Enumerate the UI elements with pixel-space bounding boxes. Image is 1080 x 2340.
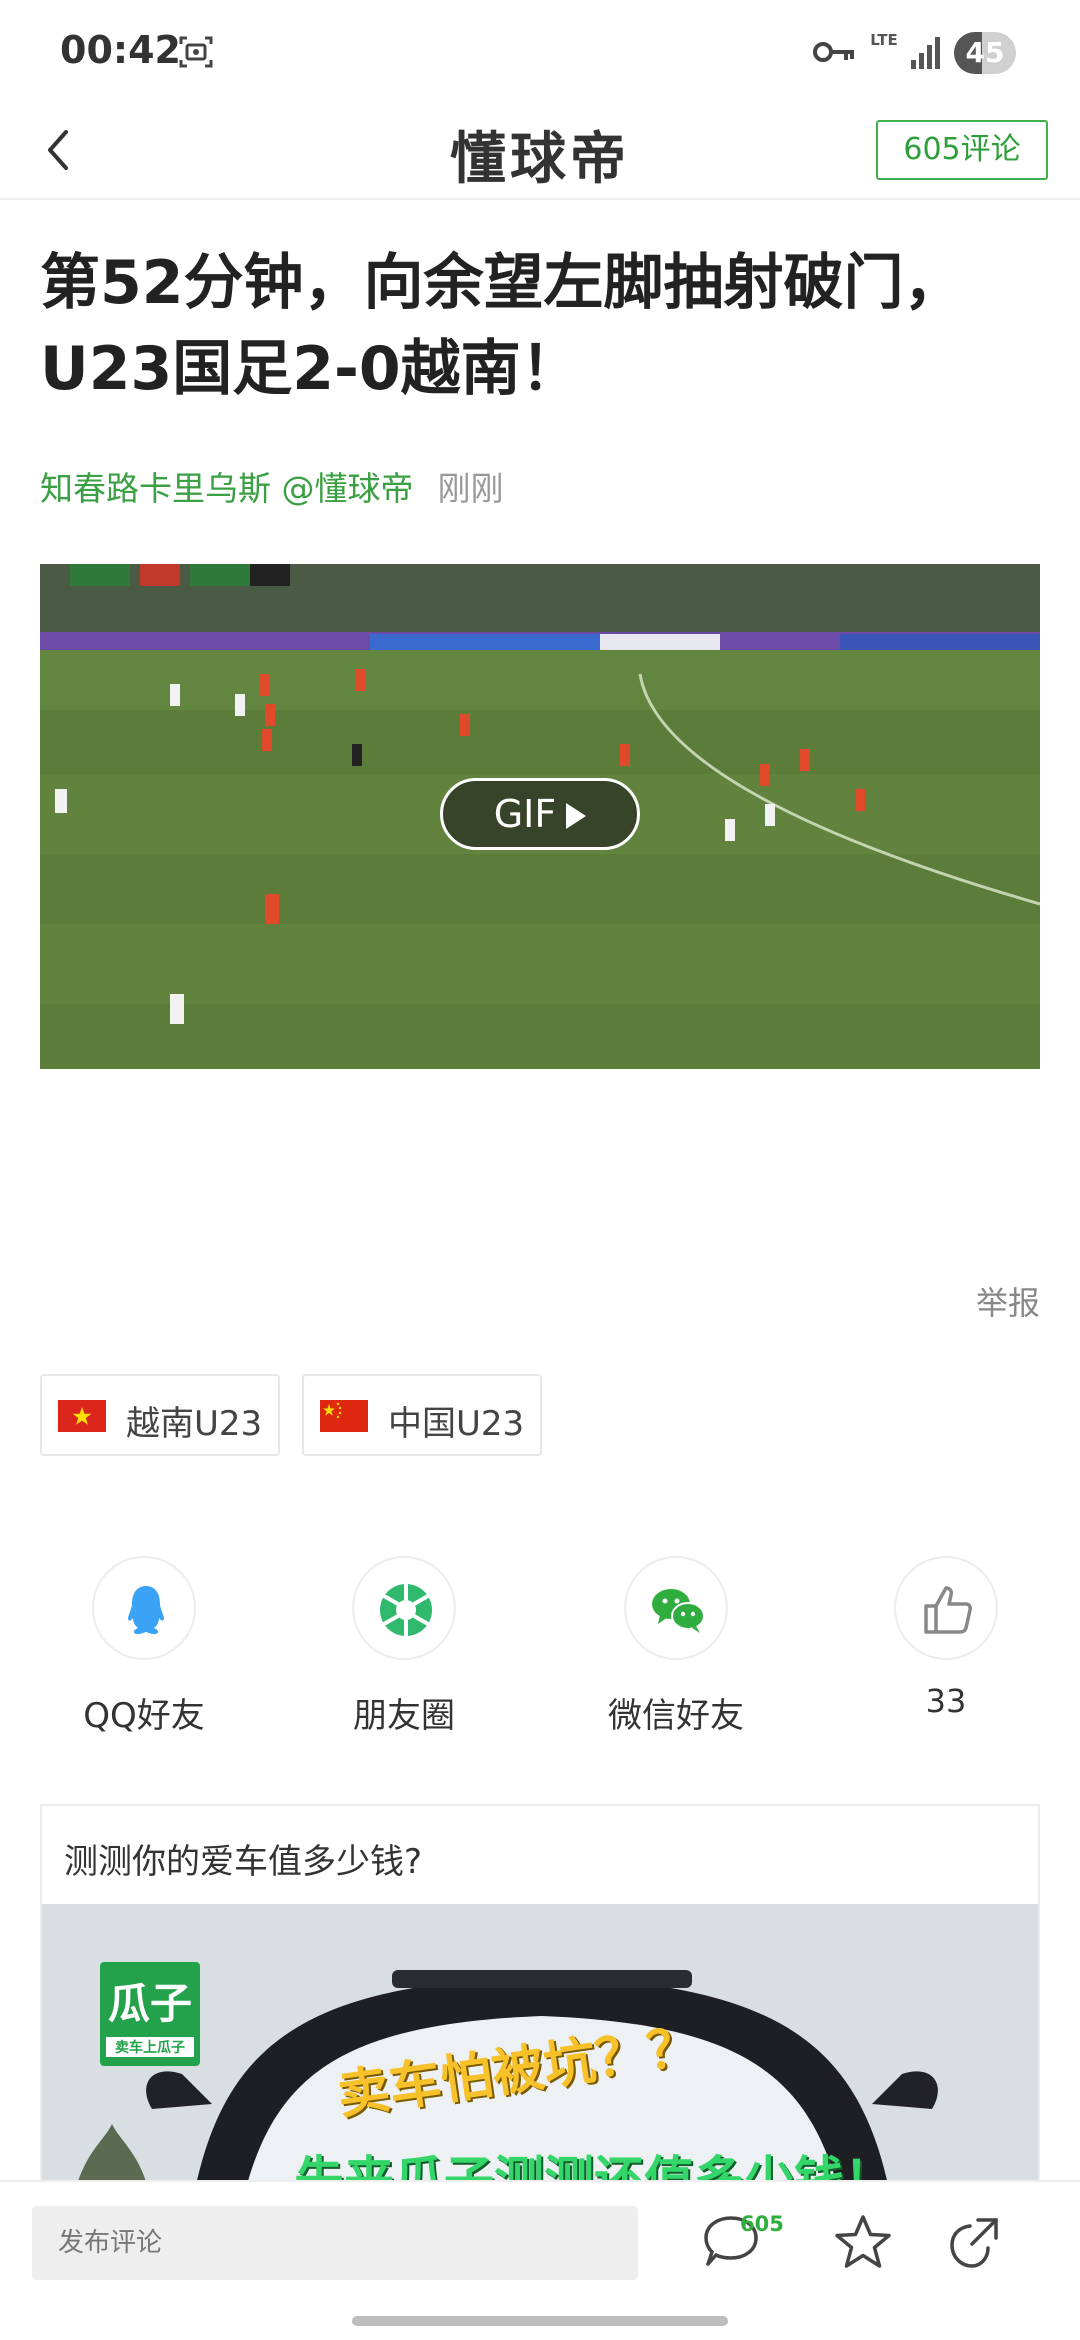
comment-input[interactable]: 发布评论 [32, 2206, 638, 2280]
top-navigation: 懂球帝 605评论 [0, 100, 1080, 200]
share-icon[interactable] [944, 2212, 1004, 2272]
moments-icon [380, 1584, 432, 1636]
tag-label: 中国U23 [388, 1404, 525, 1444]
comments-count-badge: 605 [740, 2212, 784, 2236]
guazi-logo: 瓜子 卖车上瓜子 [100, 1962, 200, 2066]
vpn-key-icon [813, 42, 854, 62]
like-button[interactable]: 33 [856, 1556, 1036, 1720]
ad-image[interactable]: 瓜子 卖车上瓜子 卖车怕被坑？？ 先来瓜子测测还值多少钱！ [42, 1904, 1038, 2204]
article-title-line-2: U23国足2-0越南！ [40, 334, 581, 404]
logo-slogan: 卖车上瓜子 [106, 2037, 194, 2057]
thumbs-up-icon [924, 1586, 972, 1634]
share-label: 微信好友 [608, 1696, 744, 1736]
ad-title: 测测你的爱车值多少钱? [64, 1842, 423, 1882]
publish-time: 刚刚 [437, 469, 504, 508]
bottom-action-bar: 发布评论 605 [0, 2180, 1080, 2340]
gif-label: GIF [493, 792, 557, 836]
author-link[interactable]: 知春路卡里乌斯 @懂球帝 [40, 469, 414, 508]
logo-text: 瓜子 [107, 1979, 192, 2028]
home-indicator[interactable] [352, 2316, 728, 2326]
qq-icon [128, 1586, 164, 1634]
battery-indicator: 45 [954, 32, 1016, 74]
gif-player[interactable]: GIF [40, 564, 1040, 1069]
vietnam-flag-icon [58, 1400, 106, 1432]
share-icon-circle [92, 1556, 196, 1660]
share-label: 朋友圈 [353, 1696, 455, 1736]
share-qq-button[interactable]: QQ好友 [54, 1556, 234, 1737]
status-time: 00:42 [60, 28, 181, 72]
status-bar: 00:42 LTE 45 [0, 0, 1080, 100]
china-flag-icon [320, 1400, 368, 1432]
tag-label: 越南U23 [126, 1404, 263, 1444]
favorite-star-icon[interactable] [832, 2212, 894, 2274]
comment-count-button[interactable]: 605评论 [876, 120, 1048, 180]
tag-vietnam-u23[interactable]: 越南U23 [40, 1374, 280, 1456]
article-title-line-1: 第52分钟，向余望左脚抽射破门， [40, 248, 964, 318]
report-link[interactable]: 举报 [976, 1278, 1040, 1324]
signal-icon [911, 37, 940, 69]
like-count: 33 [925, 1682, 967, 1720]
screenshot-icon [179, 36, 213, 68]
battery-level: 45 [965, 36, 1005, 69]
article-byline: 知春路卡里乌斯 @懂球帝 刚刚 [40, 466, 504, 512]
article-title: 第52分钟，向余望左脚抽射破门， U23国足2-0越南！ [40, 240, 1040, 412]
share-wechat-button[interactable]: 微信好友 [586, 1556, 766, 1737]
share-icon-circle [352, 1556, 456, 1660]
tag-china-u23[interactable]: 中国U23 [302, 1374, 542, 1456]
share-icon-circle [894, 1556, 998, 1660]
play-icon [566, 803, 587, 829]
share-icon-circle [624, 1556, 728, 1660]
wechat-icon [652, 1589, 705, 1633]
gif-play-badge[interactable]: GIF [440, 778, 640, 850]
share-label: QQ好友 [83, 1696, 205, 1736]
network-type: LTE [870, 31, 898, 49]
share-moments-button[interactable]: 朋友圈 [314, 1556, 494, 1737]
